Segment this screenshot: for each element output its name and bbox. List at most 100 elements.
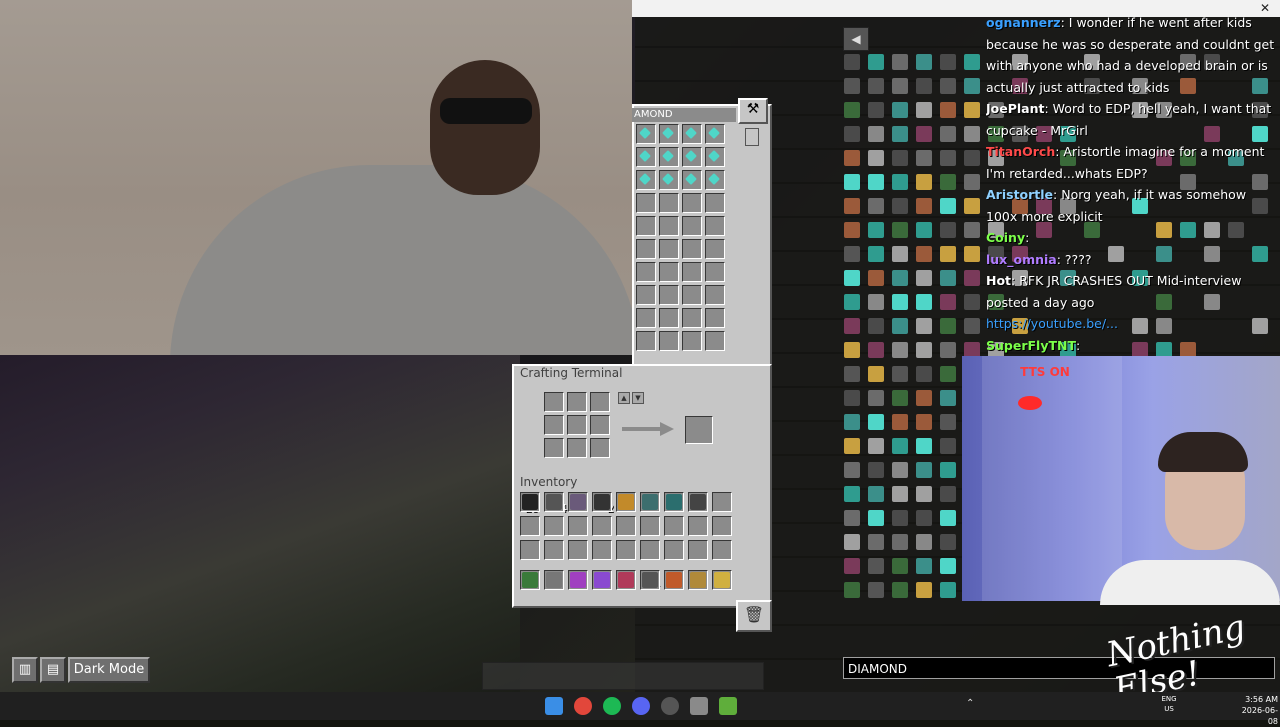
item-icon[interactable] (892, 318, 908, 334)
item-icon[interactable] (892, 414, 908, 430)
search-result-slot[interactable] (705, 285, 725, 305)
item-icon[interactable] (916, 246, 932, 262)
item-icon[interactable] (844, 246, 860, 262)
inventory-slot[interactable] (520, 516, 540, 536)
item-icon[interactable] (868, 342, 884, 358)
craft-slot[interactable] (567, 415, 587, 435)
item-icon[interactable] (868, 150, 884, 166)
search-result-slot[interactable] (705, 216, 725, 236)
minecraft-icon[interactable] (719, 697, 737, 715)
item-icon[interactable] (916, 342, 932, 358)
item-icon[interactable] (844, 54, 860, 70)
search-result-slot[interactable] (682, 285, 702, 305)
item-icon[interactable] (892, 102, 908, 118)
item-icon[interactable] (844, 534, 860, 550)
item-icon[interactable] (916, 510, 932, 526)
search-result-slot[interactable] (682, 193, 702, 213)
item-icon[interactable] (844, 294, 860, 310)
item-icon[interactable] (964, 222, 980, 238)
item-icon[interactable] (892, 126, 908, 142)
item-icon[interactable] (940, 534, 956, 550)
search-result-slot[interactable] (705, 308, 725, 328)
inventory-slot[interactable] (688, 540, 708, 560)
search-result-slot[interactable] (705, 239, 725, 259)
back-arrow-icon[interactable]: ◀ (843, 27, 869, 51)
item-icon[interactable] (940, 54, 956, 70)
item-icon[interactable] (940, 366, 956, 382)
craft-slot[interactable] (590, 415, 610, 435)
app-icon[interactable] (690, 697, 708, 715)
item-icon[interactable] (940, 246, 956, 262)
item-icon[interactable] (916, 126, 932, 142)
chevron-down-icon[interactable]: ▼ (632, 392, 644, 404)
search-result-slot[interactable] (659, 262, 679, 282)
item-icon[interactable] (892, 150, 908, 166)
inventory-slot[interactable] (544, 516, 564, 536)
item-icon[interactable] (892, 510, 908, 526)
system-tray[interactable]: ⌃ (966, 698, 1146, 712)
inventory-slot[interactable] (568, 540, 588, 560)
scrollbar[interactable] (745, 128, 759, 146)
item-icon[interactable] (940, 102, 956, 118)
item-icon[interactable] (844, 78, 860, 94)
inventory-slot[interactable] (520, 540, 540, 560)
search-result-slot[interactable] (659, 285, 679, 305)
item-icon[interactable] (868, 558, 884, 574)
item-icon[interactable] (940, 438, 956, 454)
item-icon[interactable] (964, 174, 980, 190)
craft-slot[interactable] (544, 415, 564, 435)
item-icon[interactable] (916, 54, 932, 70)
craft-slot[interactable] (567, 392, 587, 412)
search-result-slot[interactable] (682, 216, 702, 236)
item-icon[interactable] (892, 534, 908, 550)
item-icon[interactable] (964, 78, 980, 94)
windows-start-icon[interactable] (545, 697, 563, 715)
discord-icon[interactable] (632, 697, 650, 715)
search-result-slot[interactable] (659, 193, 679, 213)
search-result-slot[interactable] (682, 331, 702, 351)
item-icon[interactable] (892, 54, 908, 70)
item-icon[interactable] (940, 198, 956, 214)
item-icon[interactable] (892, 558, 908, 574)
item-icon[interactable] (892, 78, 908, 94)
item-icon[interactable] (892, 246, 908, 262)
clock[interactable]: 3:56 AM 2026-06-08 (1234, 694, 1278, 727)
search-result-slot[interactable] (659, 239, 679, 259)
item-icon[interactable] (916, 222, 932, 238)
item-icon[interactable] (916, 78, 932, 94)
item-icon[interactable] (892, 366, 908, 382)
item-icon[interactable] (964, 318, 980, 334)
item-icon[interactable] (892, 294, 908, 310)
craft-slot[interactable] (590, 392, 610, 412)
item-icon[interactable] (868, 510, 884, 526)
item-icon[interactable] (892, 390, 908, 406)
item-icon[interactable] (844, 462, 860, 478)
item-icon[interactable] (916, 438, 932, 454)
item-icon[interactable] (940, 126, 956, 142)
item-icon[interactable] (844, 102, 860, 118)
search-result-slot[interactable] (636, 216, 656, 236)
item-icon[interactable] (868, 414, 884, 430)
item-icon[interactable] (868, 582, 884, 598)
item-icon[interactable] (868, 318, 884, 334)
item-icon[interactable] (940, 150, 956, 166)
inventory-slot[interactable] (664, 540, 684, 560)
item-icon[interactable] (868, 366, 884, 382)
item-icon[interactable] (868, 126, 884, 142)
item-icon[interactable] (844, 150, 860, 166)
item-icon[interactable] (940, 582, 956, 598)
settings-icon[interactable] (661, 697, 679, 715)
inventory-slot[interactable] (664, 516, 684, 536)
item-icon[interactable] (940, 270, 956, 286)
item-icon[interactable] (844, 582, 860, 598)
item-icon[interactable] (844, 438, 860, 454)
search-result-slot[interactable] (636, 239, 656, 259)
item-icon[interactable] (916, 198, 932, 214)
inventory-slot[interactable] (568, 516, 588, 536)
item-icon[interactable] (916, 270, 932, 286)
craft-slot[interactable] (590, 438, 610, 458)
item-icon[interactable] (868, 534, 884, 550)
item-icon[interactable] (892, 582, 908, 598)
item-icon[interactable] (916, 102, 932, 118)
item-icon[interactable] (892, 174, 908, 190)
